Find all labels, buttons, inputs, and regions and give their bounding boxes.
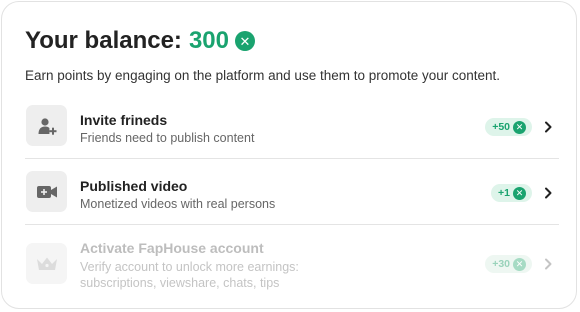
crown-icon [26,243,67,284]
chevron-right-icon [545,121,552,133]
reward-badge: +50 ✕ [485,118,532,136]
chevron-right-icon [545,187,552,199]
task-row-invite-friends[interactable]: Invite frineds Friends need to publish c… [25,102,559,159]
task-title: Published video [80,178,188,194]
points-coin-icon: ✕ [513,186,526,200]
task-row-published-video[interactable]: Published video Monetized videos with re… [25,159,559,225]
balance-header: Your balance: 300 ✕ [25,27,255,55]
balance-card: Your balance: 300 ✕ Earn points by engag… [1,1,577,309]
task-description: Monetized videos with real persons [80,197,276,211]
reward-value: +1 [498,187,510,199]
task-description-line1: Verify account to unlock more earnings: [80,260,299,274]
video-camera-plus-icon [26,171,67,212]
task-row-activate-account: Activate FapHouse account Verify account… [25,225,559,300]
task-description: Friends need to publish content [80,131,255,145]
balance-amount: 300 [188,27,229,54]
points-coin-icon: ✕ [234,31,255,51]
task-title: Invite frineds [80,112,168,128]
balance-description: Earn points by engaging on the platform … [25,68,501,83]
reward-value: +30 [492,258,510,270]
reward-value: +50 [492,121,510,133]
balance-label: Your balance: [25,27,182,54]
task-title: Activate FapHouse account [80,240,264,256]
reward-badge: +30 ✕ [485,255,532,273]
task-description-line2: subscriptions, viewshare, chats, tips [80,276,280,290]
chevron-right-icon [545,258,552,270]
points-coin-icon: ✕ [513,120,526,134]
add-user-icon [26,105,67,146]
reward-badge: +1 ✕ [491,184,532,202]
points-coin-icon: ✕ [513,257,526,271]
